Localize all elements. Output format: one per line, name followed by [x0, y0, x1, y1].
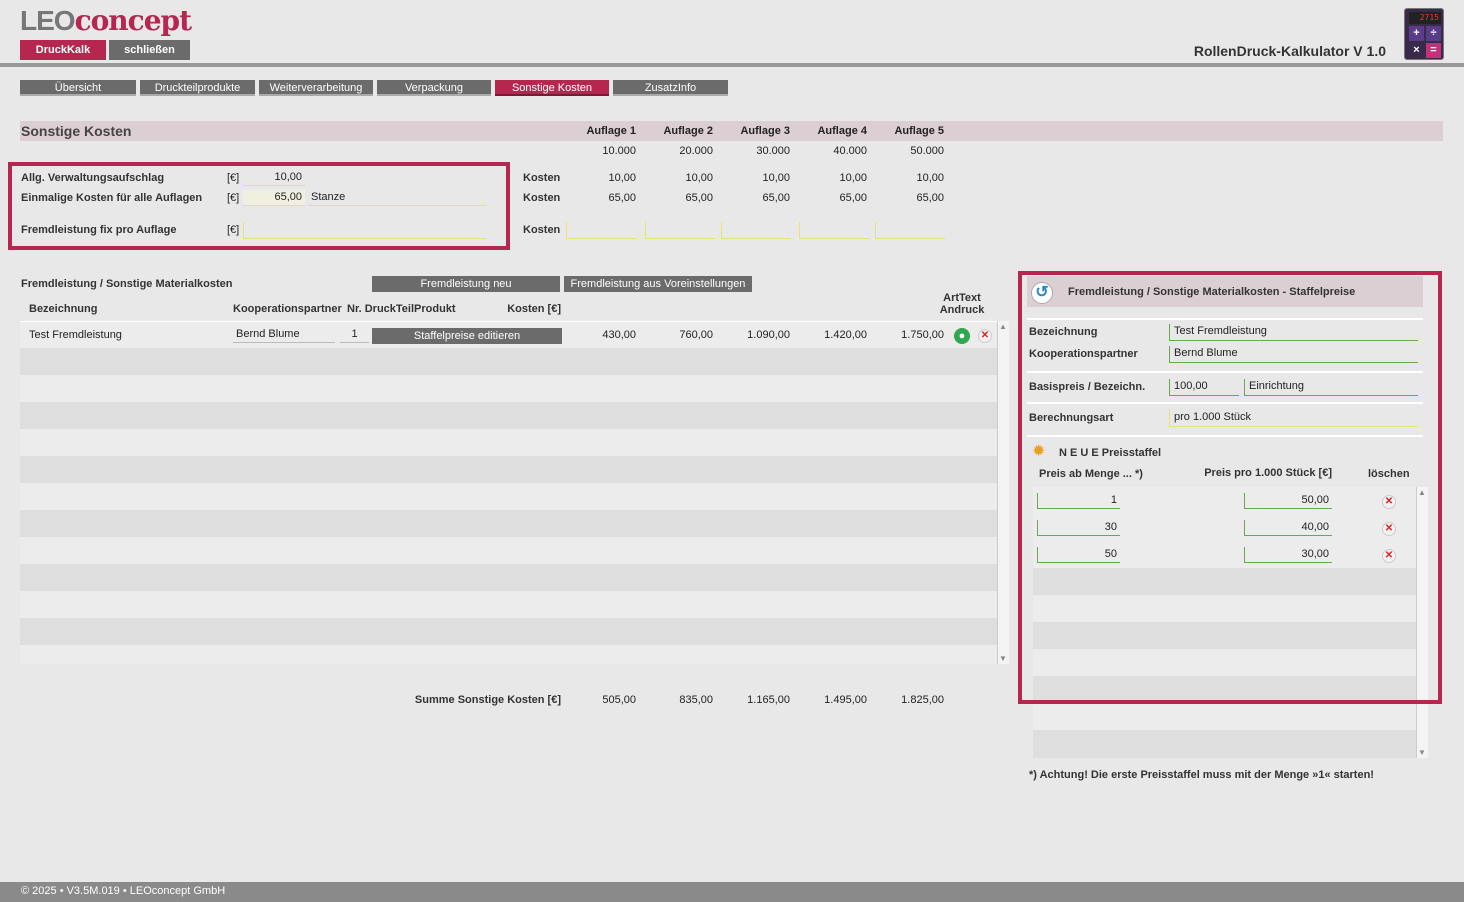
row-partner-field[interactable]: Bernd Blume — [233, 327, 335, 343]
row-kosten-auflage-2: 760,00 — [679, 329, 713, 341]
auflage-header-4: Auflage 4 — [817, 125, 867, 137]
verwaltung-auflage-3: 10,00 — [762, 172, 790, 184]
auflage-header-1: Auflage 1 — [586, 125, 636, 137]
tab-zusatzinfo[interactable]: ZusatzInfo — [613, 80, 728, 96]
fremd-fix-auflage-5-input[interactable] — [875, 222, 945, 239]
kosten-label-2: Kosten — [523, 192, 561, 204]
col-bezeichnung: Bezeichnung — [29, 303, 98, 315]
einmalige-kosten-text-input[interactable]: Stanze — [308, 190, 486, 206]
auflage-value-2: 20.000 — [679, 145, 713, 157]
staffel-row-empty — [1033, 703, 1416, 730]
einmalig-auflage-4: 65,00 — [839, 192, 867, 204]
col-nr-druckteilprodukt: Nr. DruckTeilProdukt — [347, 303, 456, 315]
verwaltung-auflage-1: 10,00 — [608, 172, 636, 184]
app-title: RollenDruck-Kalkulator V 1.0 — [1193, 43, 1386, 59]
col-kooperationspartner: Kooperationspartner — [233, 303, 342, 315]
einmalige-kosten-label: Einmalige Kosten für alle Auflagen — [21, 192, 203, 204]
kosten-label-1: Kosten — [523, 172, 561, 184]
auflage-value-3: 30.000 — [756, 145, 790, 157]
row-kosten-auflage-3: 1.090,00 — [747, 329, 790, 341]
table-row-empty — [20, 645, 997, 664]
table-row-empty — [20, 348, 997, 375]
table-row-empty — [20, 510, 997, 537]
fremdleistung-fix-unit: [€] — [227, 224, 240, 236]
summe-auflage-5: 1.825,00 — [901, 694, 944, 706]
verwaltung-auflage-2: 10,00 — [685, 172, 713, 184]
staffelpreise-panel-highlight — [1018, 271, 1442, 704]
verwaltung-auflage-5: 10,00 — [916, 172, 944, 184]
table-row-empty — [20, 483, 997, 510]
delete-row-icon[interactable]: ✕ — [978, 329, 992, 343]
verwaltung-auflage-4: 10,00 — [839, 172, 867, 184]
staffelpreise-editieren-button[interactable]: Staffelpreise editieren — [372, 328, 562, 344]
fremdleistung-section-title: Fremdleistung / Sonstige Materialkosten — [21, 278, 233, 290]
fremd-fix-auflage-1-input[interactable] — [566, 222, 636, 239]
staffel-note: *) Achtung! Die erste Preisstaffel muss … — [1029, 769, 1374, 781]
table-row-empty — [20, 564, 997, 591]
fremdleistung-table — [20, 321, 997, 664]
header-divider — [0, 63, 1464, 67]
fremdleistung-voreinstellungen-button[interactable]: Fremdleistung aus Voreinstellungen — [564, 276, 752, 292]
row-nr-field[interactable]: 1 — [340, 327, 369, 343]
fremdleistung-neu-button[interactable]: Fremdleistung neu — [372, 276, 560, 292]
table-row-empty — [20, 402, 997, 429]
summe-auflage-1: 505,00 — [602, 694, 636, 706]
fremdleistung-fix-label: Fremdleistung fix pro Auflage — [21, 224, 177, 236]
summe-auflage-4: 1.495,00 — [824, 694, 867, 706]
auflage-value-4: 40.000 — [833, 145, 867, 157]
druckkalk-button[interactable]: DruckKalk — [20, 40, 106, 60]
leoconcept-logo: LEOconcept — [20, 4, 192, 37]
tab-verpackung[interactable]: Verpackung — [377, 80, 491, 96]
fremdleistung-fix-input[interactable] — [243, 222, 486, 239]
einmalige-kosten-input[interactable]: 65,00 — [243, 190, 305, 206]
summe-label: Summe Sonstige Kosten [€] — [414, 694, 561, 706]
auflage-header-2: Auflage 2 — [663, 125, 713, 137]
verwaltungsaufschlag-unit: [€] — [227, 172, 240, 184]
row-kosten-auflage-5: 1.750,00 — [901, 329, 944, 341]
table-row-empty — [20, 537, 997, 564]
section-title: Sonstige Kosten — [21, 123, 132, 139]
col-kosten: Kosten [€] — [507, 303, 561, 315]
tab-weiterverarbeitung[interactable]: Weiterverarbeitung — [259, 80, 373, 96]
row-bezeichnung: Test Fremdleistung — [29, 329, 122, 341]
verwaltungsaufschlag-label: Allg. Verwaltungsaufschlag — [21, 172, 165, 184]
fremd-fix-auflage-3-input[interactable] — [721, 222, 791, 239]
einmalig-auflage-5: 65,00 — [916, 192, 944, 204]
footer: © 2025 • V3.5M.019 • LEOconcept GmbH — [0, 882, 1464, 902]
einmalig-auflage-2: 65,00 — [685, 192, 713, 204]
staffel-row-empty — [1033, 730, 1416, 758]
table-row-empty — [20, 618, 997, 645]
auflage-header-5: Auflage 5 — [894, 125, 944, 137]
col-arttext: ArtText — [943, 292, 981, 304]
calculator-icon: 2715 + ÷ × = — [1404, 8, 1444, 60]
auflage-header-3: Auflage 3 — [740, 125, 790, 137]
row-kosten-auflage-1: 430,00 — [602, 329, 636, 341]
auflage-value-1: 10.000 — [602, 145, 636, 157]
table-row-empty — [20, 591, 997, 618]
tab-druckteilprodukte[interactable]: Druckteilprodukte — [140, 80, 255, 96]
tab-sonstige-kosten[interactable]: Sonstige Kosten — [495, 80, 609, 96]
row-kosten-auflage-4: 1.420,00 — [824, 329, 867, 341]
einmalig-auflage-1: 65,00 — [608, 192, 636, 204]
summe-auflage-3: 1.165,00 — [747, 694, 790, 706]
fremd-fix-auflage-4-input[interactable] — [799, 222, 869, 239]
tab-uebersicht[interactable]: Übersicht — [20, 80, 136, 96]
col-andruck: Andruck — [939, 304, 985, 316]
table-row-empty — [20, 429, 997, 456]
auflage-value-5: 50.000 — [910, 145, 944, 157]
arttext-andruck-icon[interactable]: ● — [954, 328, 970, 344]
summe-auflage-2: 835,00 — [679, 694, 713, 706]
verwaltungsaufschlag-input[interactable]: 10,00 — [243, 170, 305, 186]
table-row-empty — [20, 456, 997, 483]
table-scrollbar[interactable]: ▲ ▼ — [997, 321, 1009, 664]
einmalig-auflage-3: 65,00 — [762, 192, 790, 204]
table-row-empty — [20, 375, 997, 402]
fremd-fix-auflage-2-input[interactable] — [645, 222, 715, 239]
einmalige-kosten-unit: [€] — [227, 192, 240, 204]
kosten-label-3: Kosten — [523, 224, 561, 236]
schliessen-button[interactable]: schließen — [109, 40, 190, 60]
